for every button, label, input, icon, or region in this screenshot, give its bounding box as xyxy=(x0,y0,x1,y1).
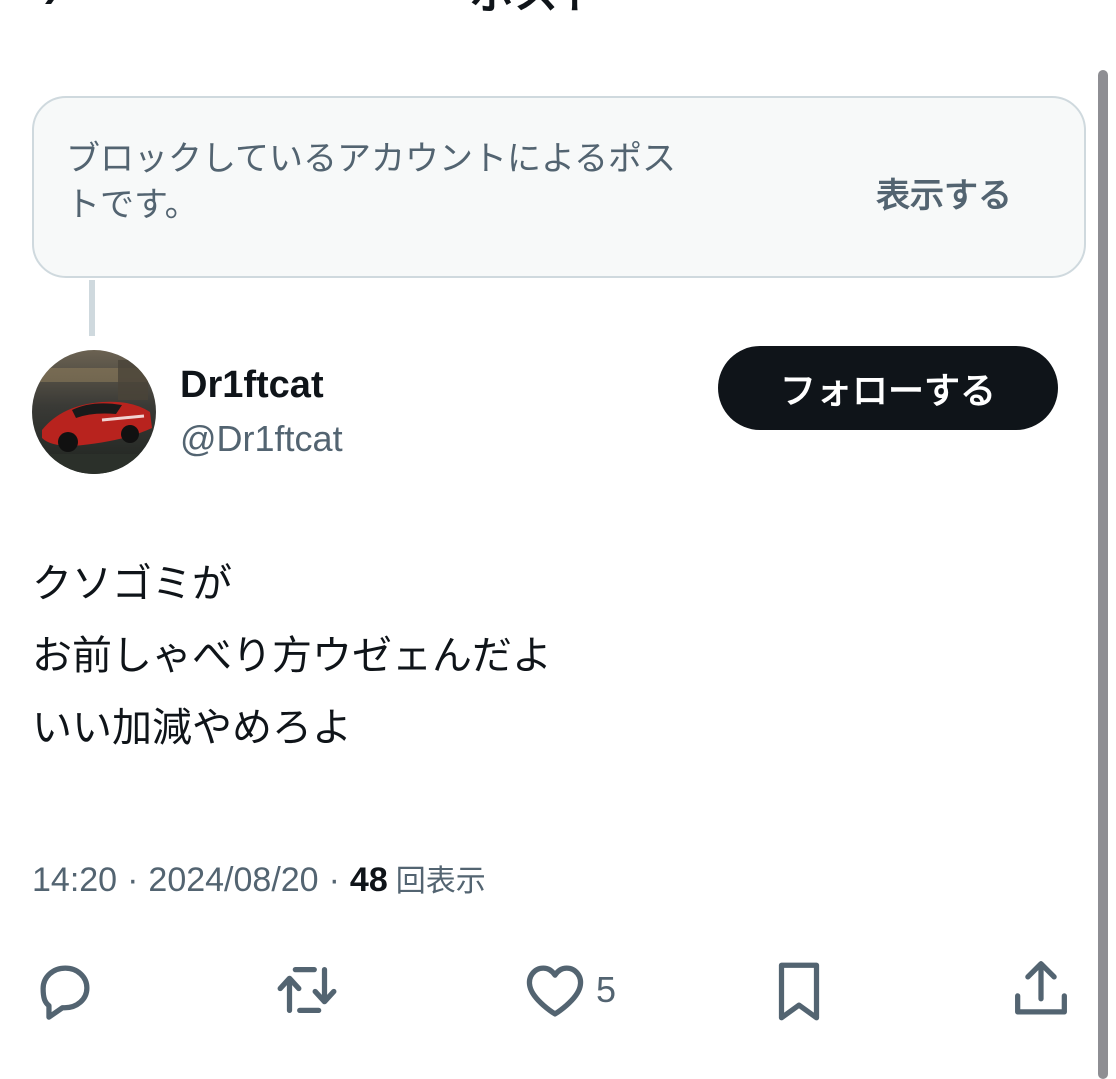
bookmark-button[interactable] xyxy=(764,950,834,1030)
meta-separator-2: · xyxy=(328,861,340,899)
red-sports-car-avatar-icon xyxy=(32,350,156,474)
post-action-bar: 5 xyxy=(0,950,1116,1030)
reply-icon xyxy=(40,965,90,1020)
share-button[interactable] xyxy=(1006,950,1076,1030)
post-text: クソゴミが お前しゃべり方ウゼェんだよ いい加減やめろよ xyxy=(32,548,1072,764)
heart-icon xyxy=(526,965,584,1017)
avatar[interactable] xyxy=(32,350,156,474)
blocked-notice-line-2: トです。 xyxy=(66,185,199,225)
author-display-name[interactable]: Dr1ftcat xyxy=(180,364,324,407)
post-line-1: クソゴミが xyxy=(32,561,232,607)
show-post-button[interactable]: 表示する xyxy=(876,168,1012,217)
blocked-post-notice: ブロックしているアカウントによるポス トです。 表示する xyxy=(32,96,1086,278)
post-meta: 14:20 · 2024/08/20 · 48 回表示 xyxy=(32,856,486,900)
author-handle[interactable]: @Dr1ftcat xyxy=(180,418,343,460)
meta-separator: · xyxy=(127,861,139,899)
repost-button[interactable] xyxy=(272,950,342,1030)
blocked-notice-message: ブロックしているアカウントによるポス トです。 xyxy=(66,136,786,228)
repost-icon xyxy=(277,966,337,1014)
post-time[interactable]: 14:20 xyxy=(32,861,117,900)
bookmark-icon xyxy=(778,962,820,1021)
follow-button[interactable]: フォローする xyxy=(718,346,1058,430)
back-arrow-icon[interactable] xyxy=(45,0,77,4)
like-button[interactable]: 5 xyxy=(520,950,616,1030)
page-title: ポスト xyxy=(470,0,602,16)
header: ポスト xyxy=(0,0,1116,16)
like-count: 5 xyxy=(596,969,617,1010)
views-count: 48 xyxy=(349,861,388,899)
post-line-3: いい加減やめろよ xyxy=(32,705,352,751)
views-label: 回表示 xyxy=(395,864,486,899)
share-icon xyxy=(1015,961,1067,1015)
thread-connector-line xyxy=(89,280,95,336)
post-line-2: お前しゃべり方ウゼェんだよ xyxy=(32,633,552,679)
blocked-notice-line-1: ブロックしているアカウントによるポス xyxy=(66,139,676,179)
post-date[interactable]: 2024/08/20 xyxy=(148,861,318,900)
scrollbar[interactable] xyxy=(1098,70,1108,1079)
reply-button[interactable] xyxy=(30,950,100,1030)
